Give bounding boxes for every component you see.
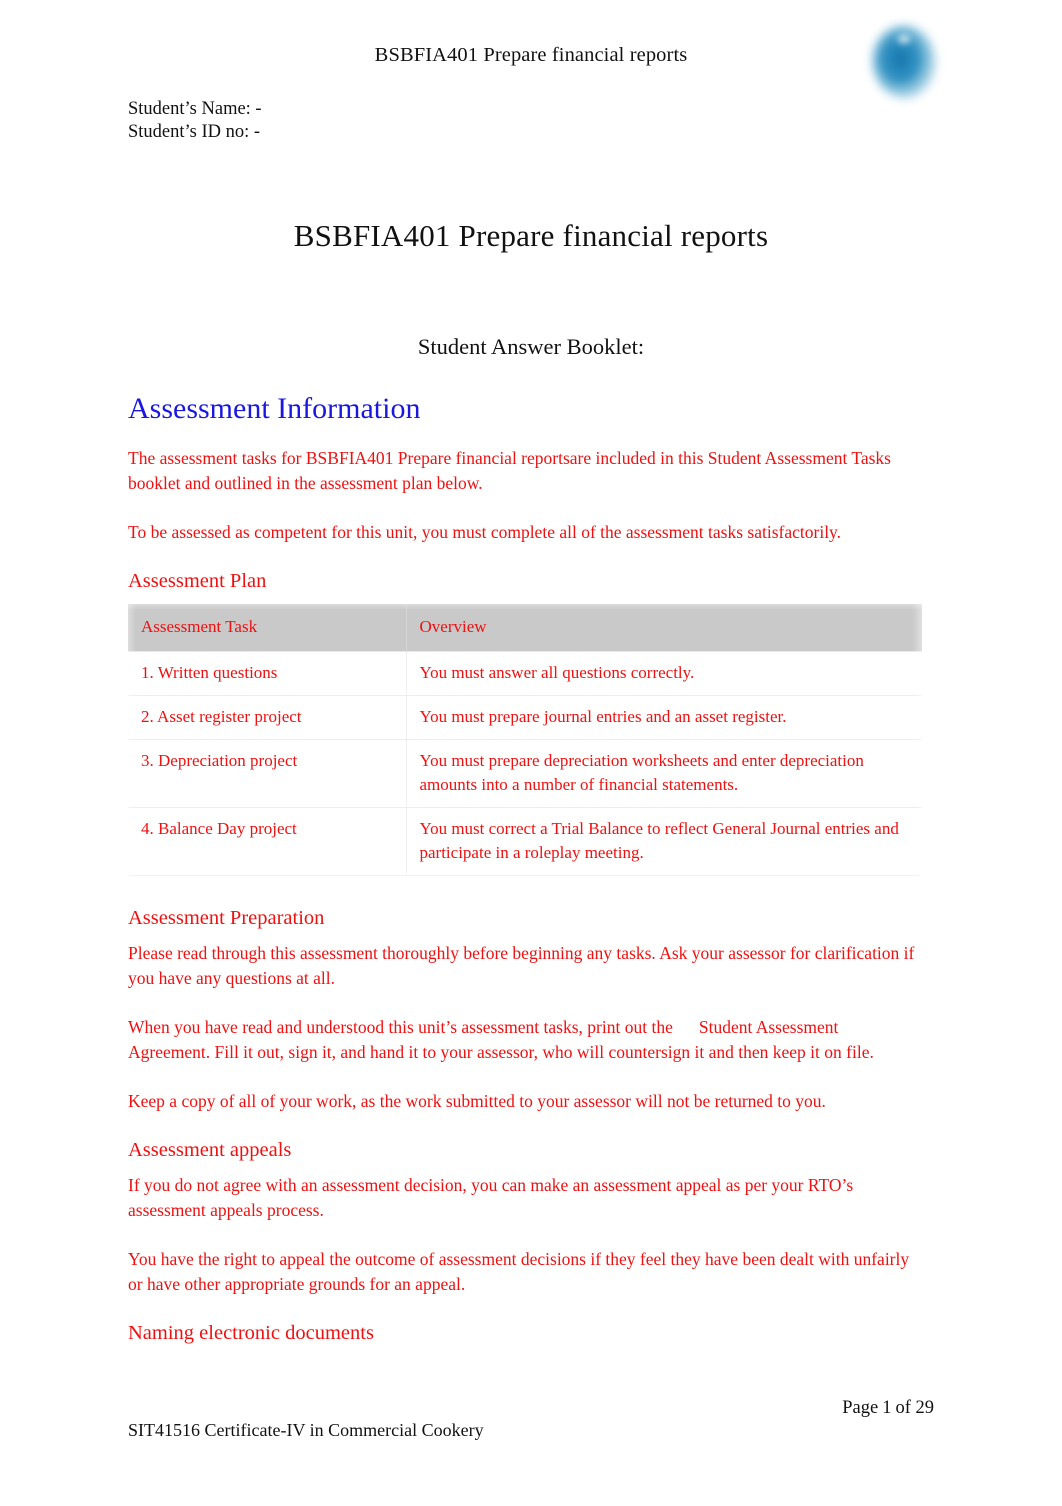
cell-task: 4. Balance Day project: [128, 807, 407, 876]
assessment-plan-table-wrapper: Assessment Task Overview 1. Written ques…: [114, 592, 936, 888]
footer-course-title: SIT41516 Certificate-IV in Commercial Co…: [128, 1420, 484, 1440]
page-subtitle: Student Answer Booklet:: [417, 334, 645, 359]
assessment-plan-table-head: Assessment Task Overview: [128, 604, 922, 652]
column-header-assessment-task: Assessment Task: [128, 604, 407, 652]
logo-disc-highlight-shape: [895, 32, 913, 46]
assessment-preparation-paragraph-1: Please read through this assessment thor…: [128, 943, 915, 988]
cell-task: 1. Written questions: [128, 651, 407, 696]
document-page: BSBFIA401 Prepare financial reports Stud…: [0, 0, 1062, 1506]
assessment-plan-table: Assessment Task Overview 1. Written ques…: [128, 604, 922, 876]
student-name-line: Student’s Name: -: [128, 99, 262, 119]
page-word: Page: [842, 1398, 879, 1418]
assessment-information-competency: To be assessed as competent for this uni…: [128, 522, 842, 542]
page-number-footer: Page 1 of 29: [0, 1398, 934, 1419]
column-header-overview: Overview: [406, 604, 922, 652]
assessment-information-heading: Assessment Information: [128, 392, 421, 425]
assessment-plan-heading: Assessment Plan: [128, 570, 267, 592]
assessment-appeals-paragraph-1: If you do not agree with an assessment d…: [128, 1175, 854, 1220]
assessment-appeals-heading: Assessment appeals: [128, 1139, 292, 1161]
assessment-appeals-paragraph-2: You have the right to appeal the outcome…: [128, 1249, 910, 1294]
table-row: 2. Asset register project You must prepa…: [128, 695, 922, 740]
document-body: Assessment Information The assessment ta…: [114, 392, 936, 1356]
student-id-line: Student’s ID no: -: [128, 121, 261, 142]
cell-task: 3. Depreciation project: [128, 739, 407, 808]
assessment-preparation-heading: Assessment Preparation: [128, 907, 325, 929]
page-title: BSBFIA401 Prepare financial reports: [293, 218, 769, 253]
table-row: 1. Written questions You must answer all…: [128, 651, 922, 696]
cell-overview: You must prepare journal entries and an …: [406, 695, 922, 740]
assessment-preparation-paragraph-3: Keep a copy of all of your work, as the …: [128, 1091, 826, 1111]
cell-overview: You must prepare depreciation worksheets…: [406, 739, 922, 808]
assessment-preparation-paragraph-2: When you have read and understood this u…: [128, 1015, 918, 1065]
cell-task: 2. Asset register project: [128, 695, 407, 740]
student-details-block: Student’s Name: - Student’s ID no: -: [128, 98, 262, 143]
page-total-value: 29: [915, 1398, 935, 1418]
table-header-row: Assessment Task Overview: [128, 604, 922, 652]
cell-overview: You must correct a Trial Balance to refl…: [406, 807, 922, 876]
table-row: 3. Depreciation project You must prepare…: [128, 739, 922, 808]
assessment-plan-table-body: 1. Written questions You must answer all…: [128, 651, 922, 876]
assessment-information-intro: The assessment tasks for BSBFIA401 Prepa…: [128, 448, 891, 493]
blue-globe-logo-icon: [861, 18, 949, 106]
of-word: of: [895, 1398, 911, 1418]
assessment-preparation-paragraph-2-part-1: When you have read and understood this u…: [128, 1017, 673, 1037]
cell-overview: You must answer all questions correctly.: [406, 651, 922, 696]
table-row: 4. Balance Day project You must correct …: [128, 807, 922, 876]
naming-electronic-documents-heading: Naming electronic documents: [128, 1322, 374, 1344]
page-number-value: 1: [882, 1398, 892, 1418]
logo-disc-core-shape: [885, 40, 919, 82]
